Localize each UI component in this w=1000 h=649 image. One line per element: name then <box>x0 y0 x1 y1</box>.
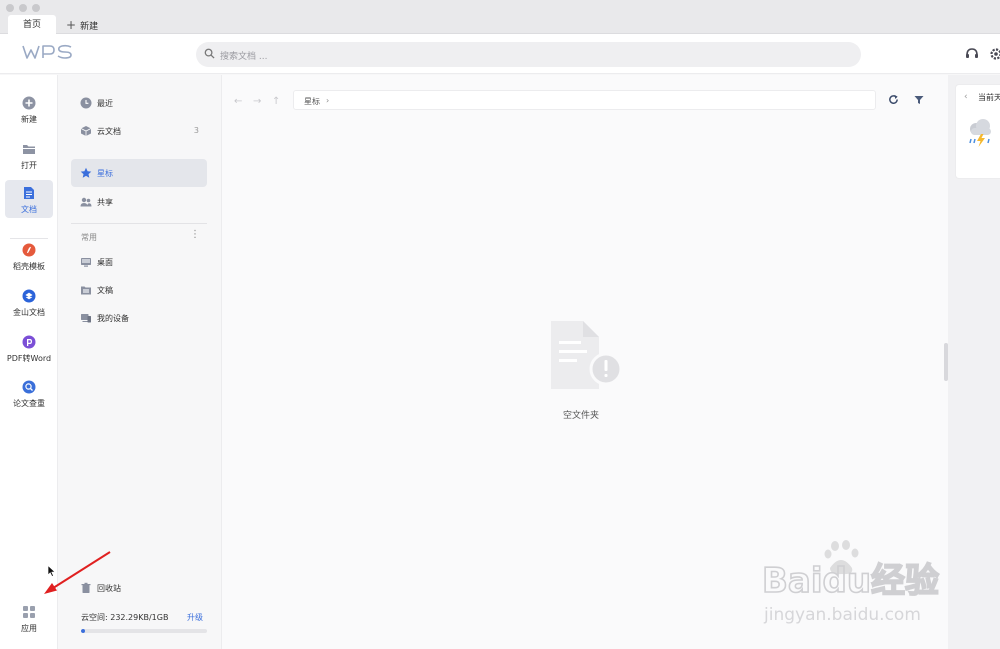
apps-grid-icon <box>23 606 35 618</box>
mid-item-recent-label: 最近 <box>97 99 113 108</box>
folder-icon <box>23 145 35 154</box>
daoke-icon <box>22 243 36 257</box>
nav-pdf2word-label: PDF转Word <box>6 354 52 363</box>
desktop-folder-icon <box>81 258 91 267</box>
mid-item-drafts[interactable]: 文稿 <box>71 276 207 304</box>
nav-kdocs[interactable]: 金山文档 <box>5 285 53 321</box>
nav-apps[interactable]: 应用 <box>5 601 53 637</box>
cloud-space-text: 云空间: 232.29KB/1GB <box>81 613 169 622</box>
mouse-cursor-icon <box>47 565 56 577</box>
nav-daoke[interactable]: 稻壳模板 <box>5 239 53 275</box>
mid-item-recent[interactable]: 最近 <box>71 89 207 117</box>
wps-logo <box>22 44 74 63</box>
nav-pdf2word[interactable]: PDF转Word <box>5 331 53 367</box>
mid-item-starred-label: 星标 <box>97 169 113 178</box>
cloud-space-progress <box>81 629 207 633</box>
nav-new-label: 新建 <box>21 115 37 124</box>
mid-item-shared-label: 共享 <box>97 198 113 207</box>
weather-card-label: 当前天 <box>978 93 1000 102</box>
tab-new-label: 新建 <box>80 22 99 32</box>
watermark-brand: Baidu经验 <box>762 561 939 601</box>
empty-folder-icon <box>551 321 621 389</box>
back-arrow-icon[interactable]: ← <box>234 96 242 107</box>
watermark-url: jingyan.baidu.com <box>763 605 921 625</box>
tab-new[interactable]: + 新建 <box>66 15 98 35</box>
users-icon <box>80 197 92 207</box>
breadcrumb-starred[interactable]: 星标 <box>304 96 320 107</box>
chevron-right-icon: › <box>326 96 330 105</box>
section-common-label: 常用 <box>81 233 97 242</box>
chevron-left-icon[interactable]: ‹ <box>964 92 968 102</box>
nav-daoke-label: 稻壳模板 <box>13 262 45 271</box>
mid-item-starred[interactable]: 星标 <box>71 159 207 187</box>
clock-icon <box>80 97 92 109</box>
app-header: 搜索文档 ... <box>0 34 1000 74</box>
mid-divider <box>71 223 207 224</box>
nav-open[interactable]: 打开 <box>5 138 53 174</box>
cloud-space-progress-fill <box>81 629 85 633</box>
search-bar[interactable]: 搜索文档 ... <box>196 42 861 67</box>
nav-new[interactable]: 新建 <box>5 92 53 128</box>
empty-folder-text: 空文件夹 <box>562 411 599 421</box>
section-more-button[interactable]: ⋮ <box>190 229 200 240</box>
paper-check-icon <box>22 380 36 394</box>
title-bar: 首页 + 新建 <box>0 0 1000 35</box>
nav-docs-label: 文档 <box>21 205 37 214</box>
pdf-icon <box>22 335 36 349</box>
plus-circle-icon <box>22 96 36 110</box>
close-window-button[interactable] <box>6 4 14 12</box>
mid-item-cloud[interactable]: 云文档 3 <box>71 117 207 145</box>
nav-paper-check[interactable]: 论文查重 <box>5 376 53 412</box>
mid-item-desktop[interactable]: 桌面 <box>71 248 207 276</box>
mid-item-desktop-label: 桌面 <box>97 258 113 267</box>
baidu-watermark: Baidu经验 jingyan.baidu.com <box>760 540 950 635</box>
document-icon <box>24 187 34 199</box>
nav-docs[interactable]: 文档 <box>5 180 53 218</box>
search-icon <box>204 48 215 59</box>
mid-item-drafts-label: 文稿 <box>97 286 113 295</box>
star-icon <box>80 167 92 178</box>
nav-open-label: 打开 <box>21 161 37 170</box>
mid-item-cloud-label: 云文档 <box>97 127 121 136</box>
plus-icon: + <box>66 18 77 32</box>
mid-item-shared[interactable]: 共享 <box>71 188 207 216</box>
thunderstorm-icon <box>969 119 991 147</box>
forward-arrow-icon[interactable]: → <box>253 96 261 107</box>
nav-paper-check-label: 论文查重 <box>13 399 45 408</box>
upgrade-link[interactable]: 升级 <box>187 612 203 623</box>
breadcrumb[interactable]: 星标 › <box>293 90 876 110</box>
cube-icon <box>80 126 92 136</box>
search-placeholder: 搜索文档 ... <box>220 52 268 62</box>
weather-card[interactable]: ‹ 当前天 <box>955 84 1000 179</box>
headset-icon[interactable] <box>965 47 979 61</box>
kdocs-icon <box>22 289 36 303</box>
minimize-window-button[interactable] <box>19 4 27 12</box>
up-arrow-icon[interactable]: ↑ <box>272 96 280 107</box>
filter-icon[interactable] <box>914 95 924 105</box>
zoom-window-button[interactable] <box>32 4 40 12</box>
gear-icon[interactable] <box>989 47 1000 61</box>
refresh-icon[interactable] <box>888 94 899 105</box>
cloud-count: 3 <box>193 126 199 135</box>
devices-icon <box>81 314 91 323</box>
drafts-folder-icon <box>81 286 91 295</box>
mid-item-my-devices[interactable]: 我的设备 <box>71 304 207 332</box>
nav-apps-label: 应用 <box>21 624 37 633</box>
tab-home[interactable]: 首页 <box>8 15 56 35</box>
mid-item-my-devices-label: 我的设备 <box>97 314 129 323</box>
nav-kdocs-label: 金山文档 <box>13 308 45 317</box>
